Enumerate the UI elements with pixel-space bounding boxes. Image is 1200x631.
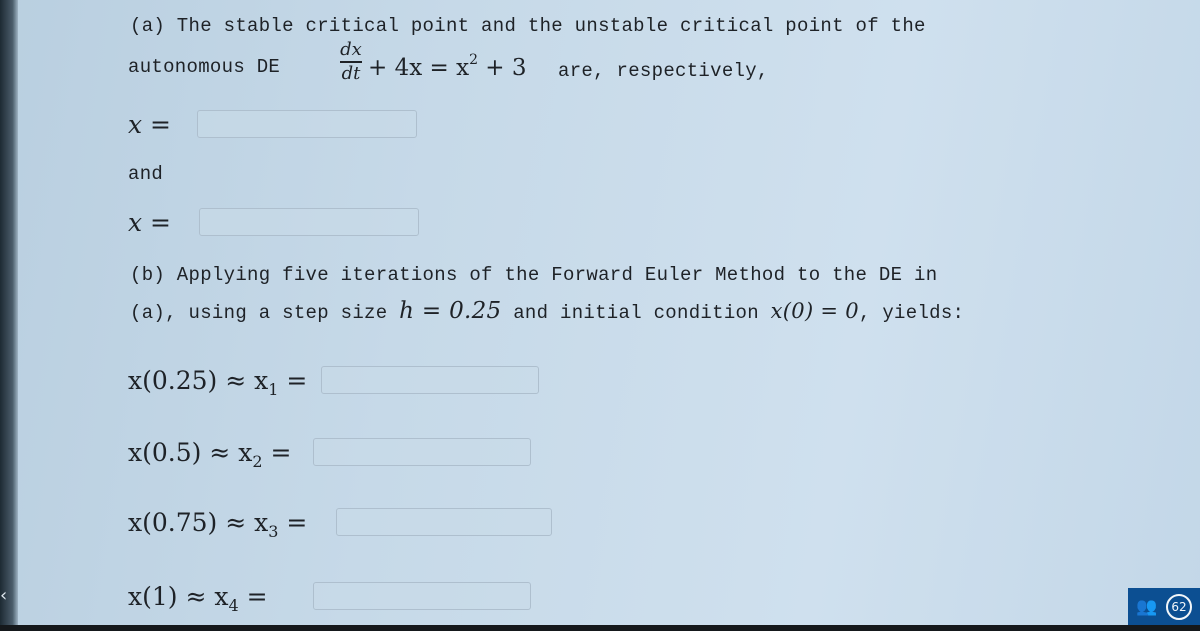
participant-count: 62	[1166, 594, 1192, 620]
euler-row-3-label: x(0.75) ≈ x3 =	[128, 508, 308, 541]
part-b-question-line1: (b) Applying five iterations of the Forw…	[130, 264, 938, 286]
part-a-question-line1: (a) The stable critical point and the un…	[130, 15, 926, 37]
connector-text: and	[128, 163, 164, 185]
fraction-denominator: dt	[341, 62, 361, 84]
participants-badge[interactable]: 👥 62	[1128, 588, 1200, 626]
euler-row-1-label: x(0.25) ≈ x1 =	[128, 366, 308, 399]
euler-row-3-input[interactable]	[336, 508, 552, 536]
equation-exponent: 2	[469, 52, 478, 68]
euler-row-4-input[interactable]	[313, 582, 531, 610]
part-a-question-prefix: autonomous DE	[128, 56, 281, 78]
step-size-math: h = 0.25	[399, 298, 502, 324]
screen-bottom-edge	[0, 625, 1200, 631]
unstable-point-label: x =	[128, 208, 171, 237]
euler-row-1-input[interactable]	[321, 366, 539, 394]
euler-row-2-label: x(0.5) ≈ x2 =	[128, 438, 292, 471]
people-icon: 👥	[1136, 597, 1158, 617]
derivative-fraction: dx dt	[340, 40, 362, 84]
part-a-question-suffix: are, respectively,	[558, 60, 769, 82]
stable-point-input[interactable]	[197, 110, 417, 138]
chevron-left-icon[interactable]: ‹	[0, 586, 18, 606]
de-equation: + 4x = x2 + 3	[368, 52, 527, 81]
euler-row-2-input[interactable]	[313, 438, 531, 466]
stable-point-label: x =	[128, 110, 171, 139]
fraction-numerator: dx	[340, 39, 362, 60]
euler-row-4-label: x(1) ≈ x4 =	[128, 582, 268, 615]
initial-condition-math: x(0) = 0	[770, 299, 859, 323]
left-edge	[0, 0, 18, 631]
part-b-question-line2: (a), using a step size h = 0.25 and init…	[130, 298, 965, 324]
unstable-point-input[interactable]	[199, 208, 419, 236]
equation-lhs: + 4x = x	[368, 55, 470, 81]
equation-rhs: + 3	[477, 55, 527, 81]
